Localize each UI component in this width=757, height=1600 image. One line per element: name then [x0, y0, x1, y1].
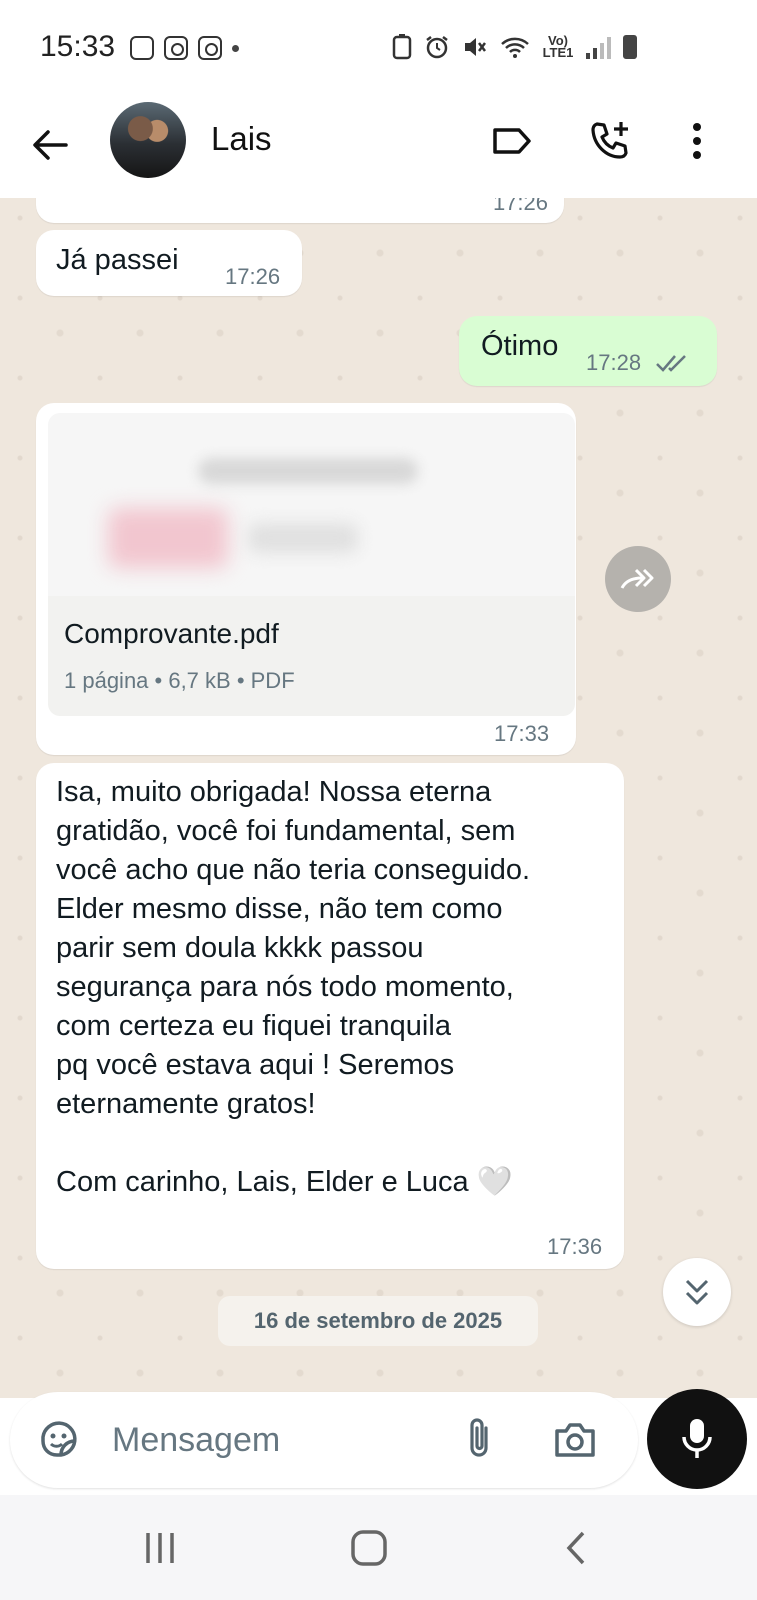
message-bubble-outgoing[interactable]: Ótimo 17:28 [459, 316, 717, 386]
message-input[interactable] [110, 1414, 444, 1466]
battery-icon [623, 35, 637, 59]
date-separator: 16 de setembro de 2025 [218, 1296, 538, 1346]
message-time: 17:26 [225, 264, 281, 289]
camera-button[interactable] [550, 1414, 600, 1464]
gallery-notification-icon [130, 36, 154, 60]
document-preview[interactable] [48, 413, 575, 598]
signal-icon [586, 35, 611, 59]
message-input-container [10, 1392, 638, 1488]
message-text: Isa, muito obrigada! Nossa eterna gratid… [56, 776, 531, 1198]
message-bubble-incoming-long[interactable]: Isa, muito obrigada! Nossa eterna gratid… [36, 763, 624, 1269]
battery-saver-icon [392, 34, 412, 60]
message-time: 17:36 [547, 1234, 603, 1259]
contact-name[interactable]: Lais [211, 120, 272, 158]
recent-apps-icon [146, 1533, 174, 1563]
message-bubble-incoming[interactable]: Já passei 17:26 [36, 230, 302, 296]
more-notifications-dot-icon [232, 44, 239, 52]
voice-message-button[interactable] [647, 1389, 747, 1489]
system-nav-bar [0, 1495, 757, 1600]
forward-icon [620, 568, 654, 589]
add-call-icon [591, 122, 628, 159]
chat-header: Lais [0, 95, 757, 199]
message-bubble-partial[interactable]: 17:26 [36, 198, 564, 223]
composer [0, 1375, 757, 1495]
double-chevron-down-icon [685, 1279, 709, 1305]
status-bar: 15:33 Vo) LTE1 [0, 0, 757, 95]
document-meta: 1 página • 6,7 kB • PDF [64, 668, 295, 693]
chevron-left-icon [566, 1531, 585, 1565]
document-name: Comprovante.pdf [64, 618, 279, 649]
arrow-left-icon [33, 130, 68, 160]
label-icon [493, 128, 531, 154]
more-vert-icon [693, 123, 701, 159]
scroll-to-bottom-button[interactable] [663, 1258, 731, 1326]
instagram-notification-icon-2 [198, 36, 222, 60]
status-time: 15:33 [40, 30, 116, 63]
message-text: Já passei [56, 244, 179, 276]
alarm-icon [426, 36, 448, 59]
add-call-button[interactable] [584, 115, 636, 167]
instagram-notification-icon [164, 36, 188, 60]
message-time: 17:26 [492, 198, 548, 215]
more-options-button[interactable] [671, 115, 723, 167]
document-info[interactable]: Comprovante.pdf 1 página • 6,7 kB • PDF [48, 596, 575, 716]
double-check-icon [656, 355, 686, 372]
sticker-button[interactable] [34, 1414, 84, 1464]
label-button[interactable] [486, 115, 538, 167]
chat-area[interactable]: 17:26 Já passei 17:26 Ótimo 17:28 Compro… [0, 198, 757, 1398]
back-button[interactable] [28, 123, 72, 167]
home-button[interactable] [339, 1523, 399, 1573]
home-icon [351, 1530, 387, 1566]
forward-button[interactable] [605, 546, 671, 612]
nav-back-button[interactable] [546, 1523, 606, 1573]
wifi-icon [501, 37, 529, 58]
attach-button[interactable] [454, 1414, 504, 1464]
message-time: 17:33 [494, 721, 550, 746]
recent-apps-button[interactable] [130, 1523, 190, 1573]
network-type: Vo) LTE1 [542, 33, 574, 60]
message-time: 17:28 [586, 350, 642, 375]
contact-avatar[interactable] [110, 102, 186, 178]
sticker-icon [41, 1421, 77, 1457]
message-text: Ótimo [481, 330, 559, 362]
paperclip-icon [470, 1418, 488, 1457]
microphone-icon [682, 1419, 712, 1458]
mute-icon [465, 38, 486, 56]
camera-icon [555, 1423, 595, 1457]
